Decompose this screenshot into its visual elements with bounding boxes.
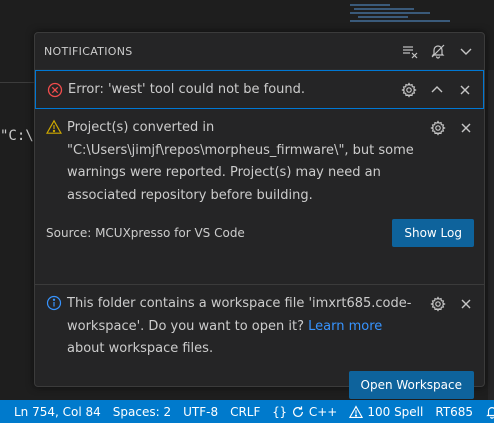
- status-language[interactable]: {} C++: [266, 405, 343, 419]
- notification-center-header: NOTIFICATIONS: [35, 33, 484, 70]
- status-eol[interactable]: CRLF: [224, 405, 266, 419]
- status-notifications[interactable]: [479, 405, 494, 419]
- status-target[interactable]: RT685: [429, 405, 479, 419]
- notification-info[interactable]: This folder contains a workspace file 'i…: [35, 285, 484, 399]
- do-not-disturb-icon[interactable]: [430, 43, 446, 59]
- notification-source: Source: MCUXpresso for VS Code: [46, 226, 245, 240]
- notification-message: This folder contains a workspace file 'i…: [67, 293, 430, 361]
- chevron-up-icon[interactable]: [429, 82, 445, 98]
- notification-message: Error: 'west' tool could not be found.: [68, 81, 306, 97]
- notification-warning[interactable]: Project(s) converted in "C:\Users\jimjf\…: [35, 109, 484, 285]
- notification-center-title: NOTIFICATIONS: [44, 44, 133, 58]
- status-language-label: C++: [308, 404, 338, 419]
- warning-icon: [45, 119, 63, 135]
- info-icon: [46, 295, 62, 311]
- gear-icon[interactable]: [430, 120, 446, 136]
- status-problems[interactable]: 100 Spell: [343, 405, 429, 419]
- close-icon[interactable]: [457, 82, 473, 98]
- message-text: about workspace files.: [67, 341, 214, 356]
- status-indentation[interactable]: Spaces: 2: [107, 405, 177, 419]
- editor-code-line: "C:\: [0, 128, 34, 144]
- notification-error[interactable]: Error: 'west' tool could not be found.: [35, 70, 484, 109]
- error-icon: [47, 82, 63, 98]
- sync-icon: [292, 405, 303, 417]
- gear-icon[interactable]: [430, 296, 446, 312]
- learn-more-link[interactable]: Learn more: [308, 319, 382, 334]
- status-problems-label: 100 Spell: [367, 404, 424, 419]
- show-log-button[interactable]: Show Log: [392, 219, 474, 247]
- status-cursor-position[interactable]: Ln 754, Col 84: [0, 405, 107, 419]
- status-bar: Ln 754, Col 84 Spaces: 2 UTF-8 CRLF {} C…: [0, 400, 494, 423]
- warning-icon: [349, 404, 364, 418]
- notification-message: Project(s) converted in "C:\Users\jimjf\…: [67, 120, 414, 203]
- status-encoding[interactable]: UTF-8: [177, 405, 224, 419]
- chevron-down-icon[interactable]: [458, 43, 474, 59]
- braces-icon: {}: [272, 404, 287, 419]
- bell-icon: [486, 406, 494, 419]
- close-icon[interactable]: [458, 296, 474, 312]
- open-workspace-button[interactable]: Open Workspace: [348, 370, 474, 399]
- clear-all-icon[interactable]: [402, 43, 418, 59]
- notification-center: NOTIFICATIONS Error: 'west' tool could n…: [34, 32, 485, 399]
- editor-scrollbar[interactable]: [488, 70, 494, 400]
- gear-icon[interactable]: [401, 81, 417, 98]
- editor-divider: [0, 82, 36, 83]
- close-icon[interactable]: [458, 120, 474, 136]
